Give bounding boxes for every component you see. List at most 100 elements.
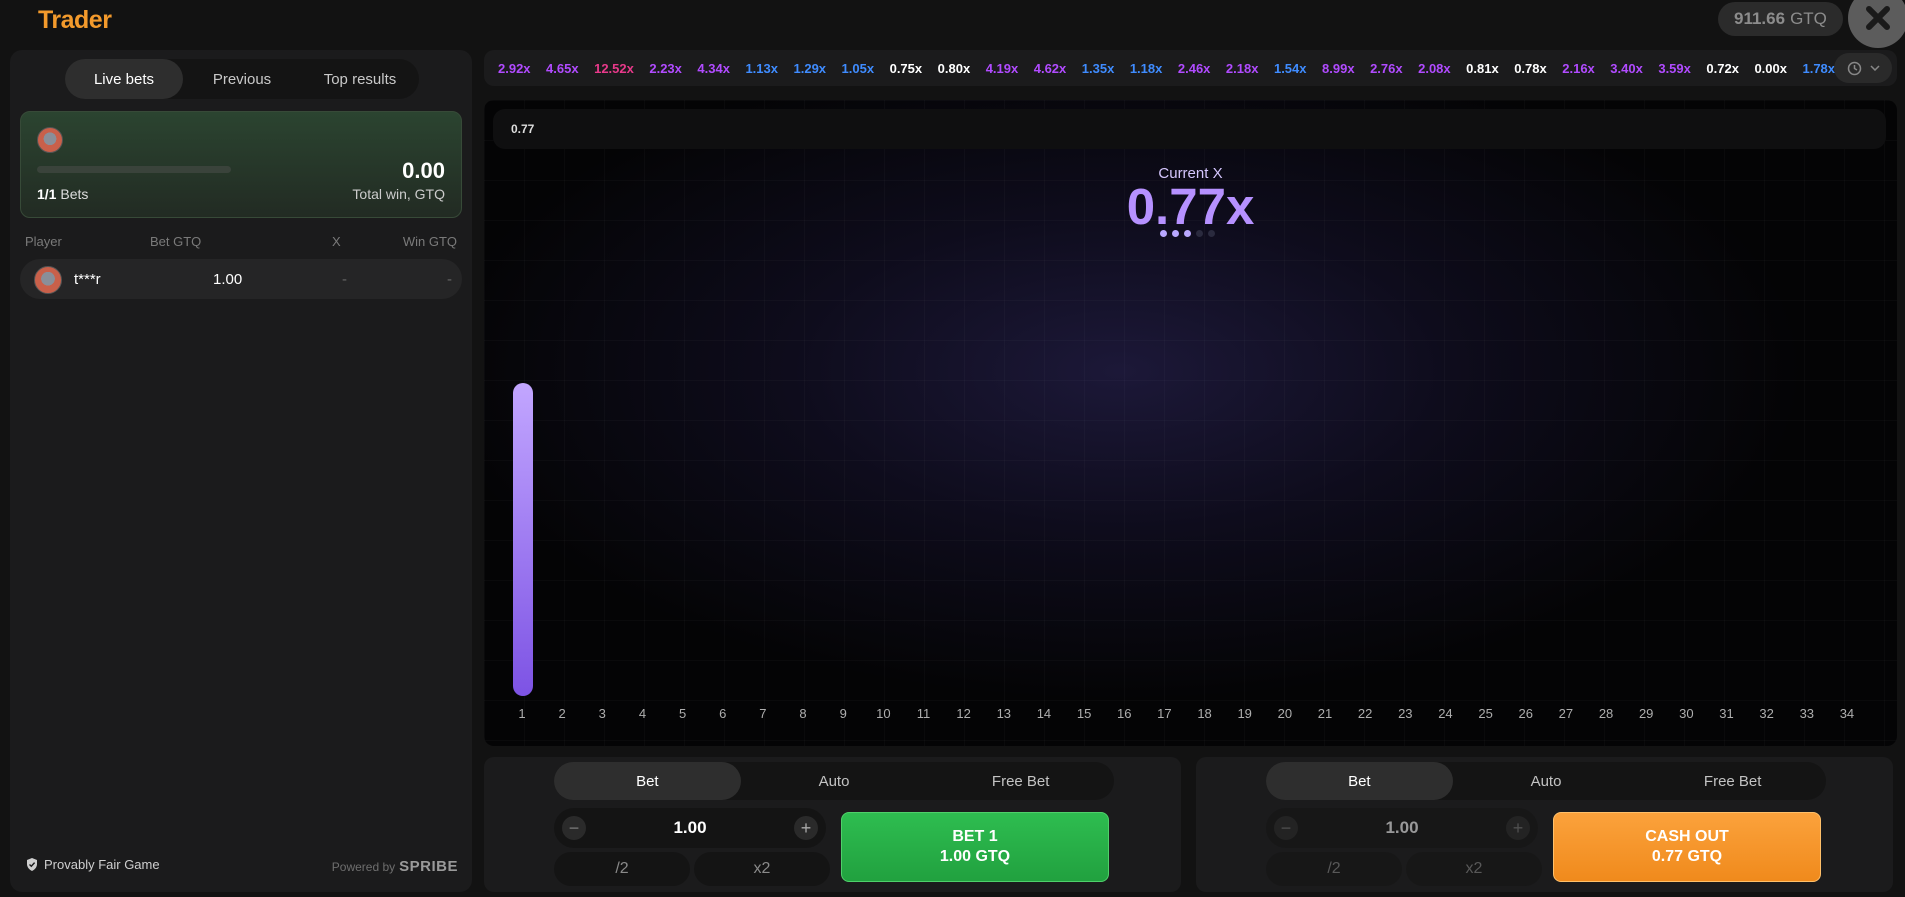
- bet-amount-stepper: − 1.00 +: [554, 808, 826, 848]
- history-multiplier[interactable]: 2.16x: [1562, 61, 1595, 76]
- bet-multiplier: -: [342, 271, 347, 288]
- bets-count-value: 1/1: [37, 186, 57, 202]
- history-multiplier[interactable]: 0.78x: [1514, 61, 1547, 76]
- x-axis-tick: 2: [558, 706, 566, 721]
- history-icon: [1847, 61, 1861, 75]
- game-area: 0.77 Current X 0.77x 1 2 3 4 5 6 7 8 9 10 11 12 13 14…: [484, 100, 1897, 746]
- history-multiplier[interactable]: 2.18x: [1226, 61, 1259, 76]
- tab-previous[interactable]: Previous: [183, 59, 301, 99]
- place-bet-button[interactable]: BET 1 1.00 GTQ: [841, 812, 1109, 882]
- tab-auto[interactable]: Auto: [741, 762, 928, 800]
- increase-button[interactable]: +: [1506, 816, 1530, 840]
- history-multiplier[interactable]: 4.34x: [697, 61, 730, 76]
- history-multiplier[interactable]: 2.92x: [498, 61, 531, 76]
- progress-dot: [1196, 230, 1203, 237]
- halve-bet-button[interactable]: /2: [554, 852, 690, 886]
- history-multiplier[interactable]: 2.08x: [1418, 61, 1451, 76]
- top-bar: Trader 911.66 GTQ: [0, 0, 1905, 48]
- increase-button[interactable]: +: [794, 816, 818, 840]
- history-multiplier[interactable]: 1.05x: [842, 61, 875, 76]
- history-multiplier[interactable]: 0.75x: [890, 61, 923, 76]
- history-multiplier[interactable]: 3.40x: [1610, 61, 1643, 76]
- history-multiplier[interactable]: 12.52x: [594, 61, 634, 76]
- history-multiplier[interactable]: 1.35x: [1082, 61, 1115, 76]
- avatar: [34, 266, 62, 294]
- x-axis-tick: 12: [956, 706, 971, 721]
- bets-summary: 1/1 Bets 0.00 Total win, GTQ: [20, 111, 462, 218]
- x-axis-tick: 33: [1799, 706, 1815, 721]
- history-multiplier[interactable]: 1.78x: [1802, 61, 1835, 76]
- history-multiplier[interactable]: 3.59x: [1658, 61, 1691, 76]
- tab-auto[interactable]: Auto: [1453, 762, 1640, 800]
- x-axis-tick: 15: [1076, 706, 1092, 721]
- x-axis-tick: 22: [1357, 706, 1373, 721]
- close-button[interactable]: [1848, 0, 1905, 48]
- x-axis-tick: 20: [1277, 706, 1293, 721]
- x-axis-tick: 4: [638, 706, 647, 721]
- tab-live-bets[interactable]: Live bets: [65, 59, 183, 99]
- shield-check-icon: [27, 858, 37, 871]
- history-multiplier[interactable]: 2.46x: [1178, 61, 1211, 76]
- x-axis-tick: 11: [916, 706, 931, 721]
- bet-panel-2: Bet Auto Free Bet − 1.00 + /2 x2 CASH OU…: [1196, 757, 1893, 892]
- bets-count-label: Bets: [60, 186, 89, 202]
- balance-value: 911.66: [1734, 9, 1786, 28]
- halve-bet-button[interactable]: /2: [1266, 852, 1402, 886]
- balance-display: 911.66 GTQ: [1718, 2, 1843, 36]
- x-axis-tick: 13: [996, 706, 1012, 721]
- current-multiplier: 0.77x: [1126, 178, 1255, 235]
- history-multiplier[interactable]: 2.23x: [649, 61, 682, 76]
- track-value: 0.77: [511, 122, 535, 136]
- bet-panel-1: Bet Auto Free Bet − 1.00 + /2 x2 BET 1 1…: [484, 757, 1181, 892]
- bet-panel-tabs: Bet Auto Free Bet: [554, 762, 1114, 800]
- x-axis-tick: 29: [1638, 706, 1654, 721]
- tab-free-bet[interactable]: Free Bet: [927, 762, 1114, 800]
- x-axis-tick: 25: [1478, 706, 1493, 721]
- win-amount: -: [447, 271, 452, 288]
- double-bet-button[interactable]: x2: [694, 852, 830, 886]
- column-header-win: Win GTQ: [402, 234, 457, 249]
- x-axis-tick: 24: [1438, 706, 1453, 721]
- provably-fair-link[interactable]: Provably Fair Game: [26, 857, 160, 872]
- history-list: 2.92x 4.65x 12.52x 2.23x 4.34x 1.13x 1.29x 1.05…: [498, 61, 1835, 76]
- history-multiplier[interactable]: 1.54x: [1274, 61, 1307, 76]
- plus-icon: +: [800, 818, 812, 838]
- history-multiplier[interactable]: 1.29x: [794, 61, 827, 76]
- multiplier-history: 2.92x 4.65x 12.52x 2.23x 4.34x 1.13x 1.29x 1.05…: [484, 50, 1897, 86]
- plus-icon: +: [1512, 818, 1524, 838]
- history-multiplier[interactable]: 2.76x: [1370, 61, 1403, 76]
- x-axis: 1 2 3 4 5 6 7 8 9 10 11 12 13 14 15 16 17 18 19 20 21 22 23 24 2…: [518, 706, 1897, 726]
- x-axis-tick: 19: [1237, 706, 1252, 721]
- app-logo: Trader: [38, 6, 112, 34]
- history-multiplier[interactable]: 4.65x: [546, 61, 579, 76]
- bet-button-amount: 1.00 GTQ: [939, 848, 1011, 865]
- history-multiplier[interactable]: 1.18x: [1130, 61, 1163, 76]
- history-multiplier[interactable]: 0.00x: [1754, 61, 1787, 76]
- tab-top-results[interactable]: Top results: [301, 59, 419, 99]
- avatar: [37, 127, 63, 153]
- history-multiplier[interactable]: 4.19x: [986, 61, 1019, 76]
- provably-fair-label: Provably Fair Game: [44, 857, 160, 872]
- total-win-value: 0.00: [402, 158, 445, 183]
- progress-dot: [1208, 230, 1215, 237]
- history-multiplier[interactable]: 0.80x: [938, 61, 971, 76]
- x-axis-tick: 10: [876, 706, 891, 721]
- tab-bet[interactable]: Bet: [1266, 762, 1453, 800]
- bet-amount-input[interactable]: 1.00: [1266, 818, 1538, 838]
- tab-free-bet[interactable]: Free Bet: [1639, 762, 1826, 800]
- column-header-bet: Bet GTQ: [150, 234, 202, 249]
- bet-amount-stepper: − 1.00 +: [1266, 808, 1538, 848]
- balance-currency: GTQ: [1790, 9, 1827, 28]
- history-multiplier[interactable]: 0.72x: [1706, 61, 1739, 76]
- cash-out-button[interactable]: CASH OUT 0.77 GTQ: [1553, 812, 1821, 882]
- x-axis-tick: 3: [598, 706, 606, 721]
- bet-amount-input[interactable]: 1.00: [554, 818, 826, 838]
- history-multiplier[interactable]: 4.62x: [1034, 61, 1067, 76]
- history-multiplier[interactable]: 0.81x: [1466, 61, 1499, 76]
- double-bet-button[interactable]: x2: [1406, 852, 1542, 886]
- history-multiplier[interactable]: 8.99x: [1322, 61, 1355, 76]
- chevron-down-icon: [1869, 65, 1880, 71]
- tab-bet[interactable]: Bet: [554, 762, 741, 800]
- history-toggle-button[interactable]: [1834, 53, 1892, 83]
- history-multiplier[interactable]: 1.13x: [745, 61, 778, 76]
